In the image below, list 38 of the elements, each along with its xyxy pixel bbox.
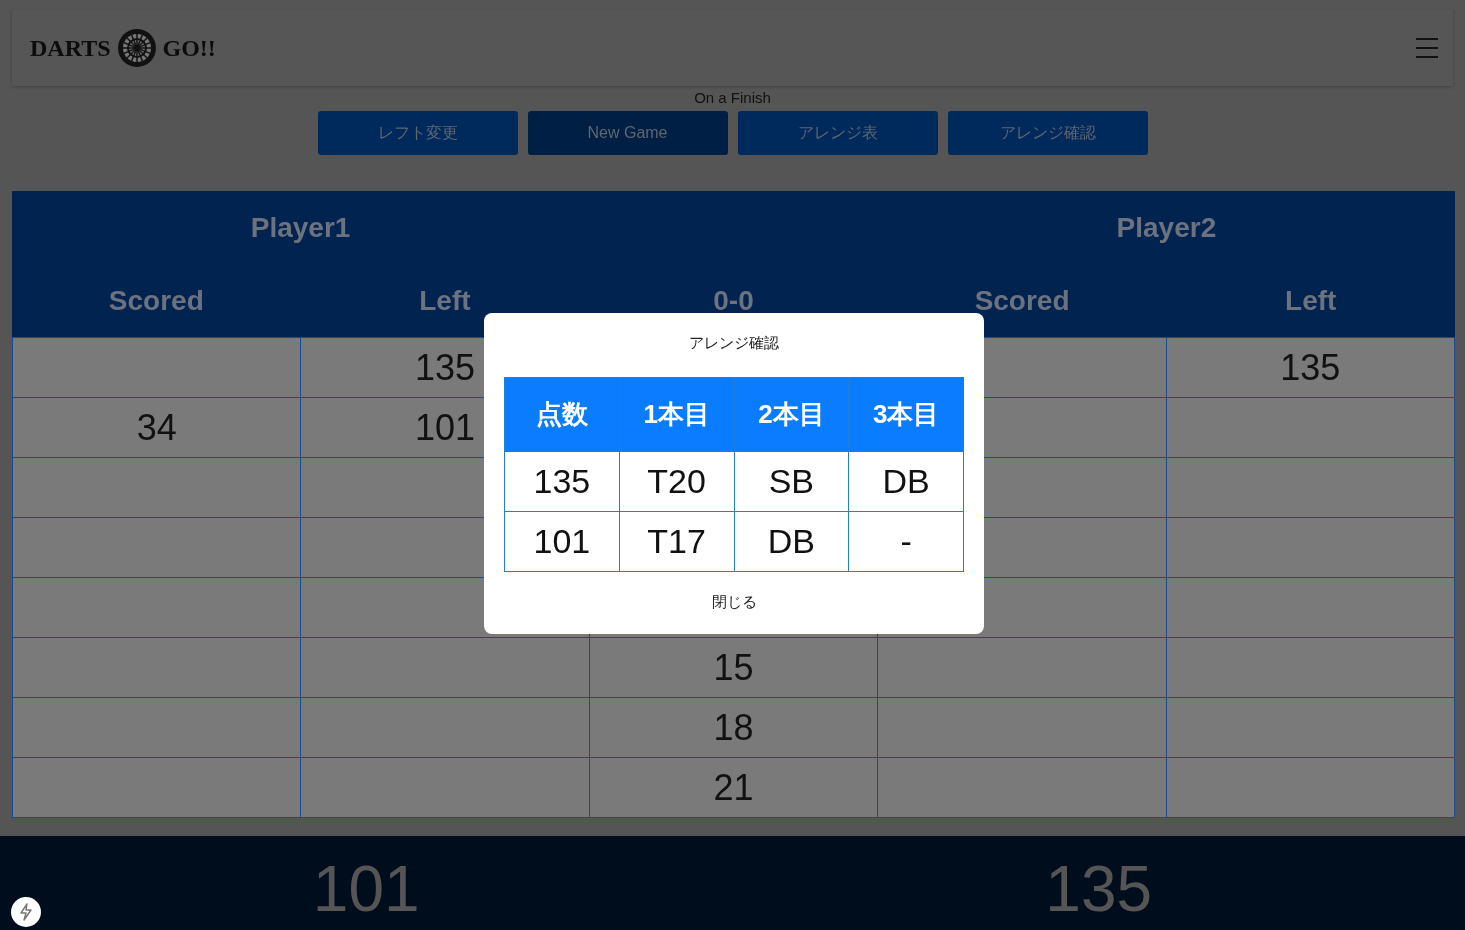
table-cell: SB (734, 452, 850, 512)
table-header-cell: 3本目 (849, 378, 964, 452)
finish-label: On a Finish (694, 88, 771, 108)
toolbar-button[interactable]: New Game (527, 111, 728, 155)
column-header: Player1 (250, 210, 351, 245)
table-cell: - (849, 512, 964, 572)
close-button[interactable]: 閉じる (711, 592, 757, 612)
column-header: 0-0 (713, 283, 754, 318)
table-cell: 135 (1166, 338, 1455, 398)
column-header: Player2 (1116, 210, 1217, 245)
table-header-cell: 点数 (505, 378, 620, 452)
table-header-cell: 2本目 (734, 378, 850, 452)
table-header-cell: 1本目 (619, 378, 735, 452)
column-header: Scored (108, 283, 204, 318)
table-cell: 34 (13, 398, 302, 458)
column-header: Left (1285, 283, 1337, 318)
table-cell: 18 (589, 698, 879, 758)
dartboard-icon (116, 28, 157, 68)
table-cell: DB (734, 512, 850, 572)
toolbar-button[interactable]: アレンジ確認 (947, 111, 1148, 155)
column-header: Scored (974, 283, 1070, 318)
total-score: 101 (312, 857, 420, 921)
total-score: 135 (1045, 857, 1153, 921)
table-cell: 101 (505, 512, 620, 572)
logo-text: GO!! (162, 34, 216, 63)
column-header: Left (419, 283, 471, 318)
table-cell: DB (849, 452, 964, 512)
logo-text: DARTS (30, 34, 111, 63)
toolbar-button[interactable]: レフト変更 (317, 111, 518, 155)
table-cell: T20 (619, 452, 735, 512)
dialog-title: アレンジ確認 (689, 333, 779, 353)
menu-icon[interactable] (1415, 37, 1439, 59)
table-cell: 135 (505, 452, 620, 512)
lightning-icon (19, 903, 33, 921)
table-cell: T17 (619, 512, 735, 572)
table-cell: 21 (589, 758, 879, 818)
table-cell: 15 (589, 638, 879, 698)
toolbar-button[interactable]: アレンジ表 (737, 111, 938, 155)
